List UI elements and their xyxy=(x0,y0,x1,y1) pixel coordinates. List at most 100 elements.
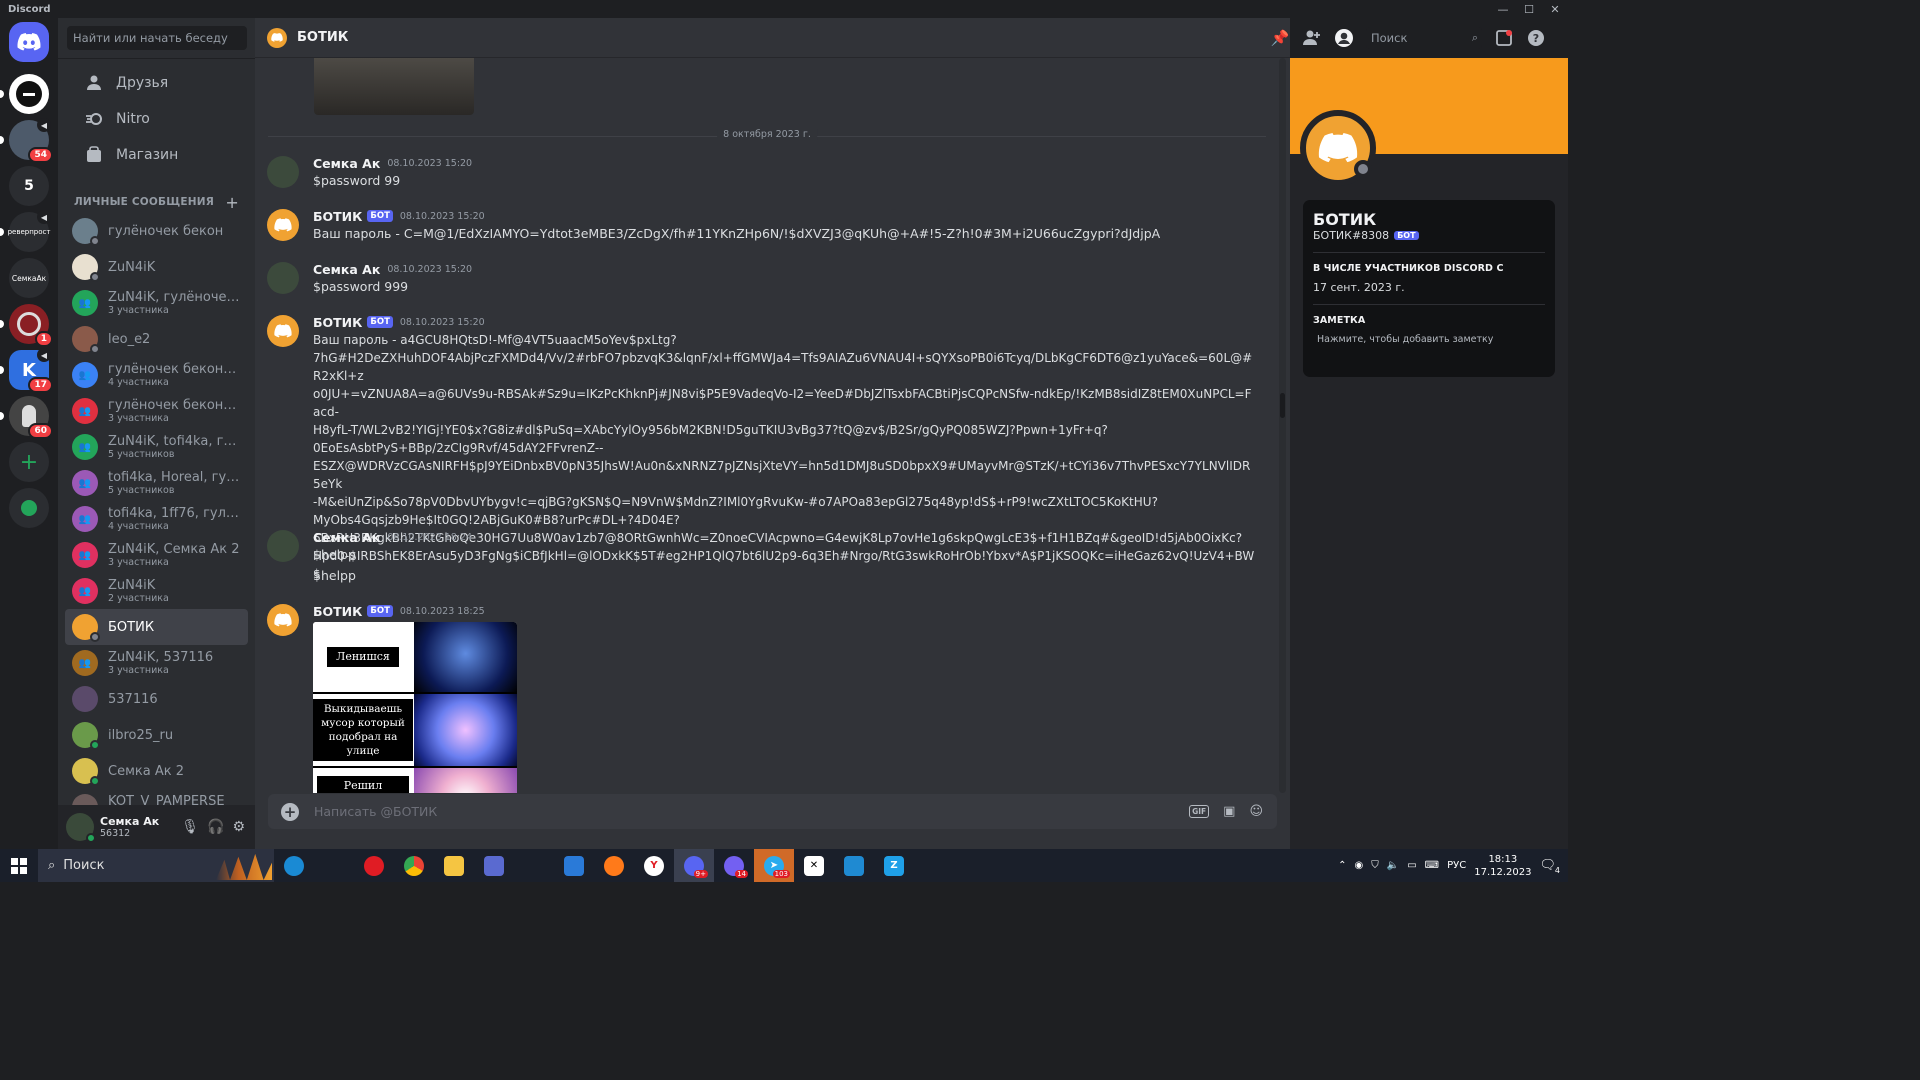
dm-list-item[interactable]: 537116 xyxy=(65,681,248,717)
dm-list-item[interactable]: 👥 гулёночек бекон, leo...4 участника xyxy=(65,357,248,393)
close-button[interactable]: ✕ xyxy=(1542,0,1568,18)
server-icon[interactable]: ◀ K 17 xyxy=(0,348,53,393)
message-author[interactable]: БОТИК xyxy=(313,315,362,330)
dm-list-item[interactable]: ilbro25_ru xyxy=(65,717,248,753)
message-author[interactable]: БОТИК xyxy=(313,604,362,619)
network-icon[interactable]: ◉ xyxy=(1355,860,1364,871)
taskbar-app-opera[interactable] xyxy=(354,849,394,882)
server-icon[interactable]: 5 xyxy=(9,166,49,206)
minimize-button[interactable]: — xyxy=(1490,0,1516,18)
dm-list-item[interactable]: leo_e2 xyxy=(65,321,248,357)
pin-icon[interactable]: 📌 xyxy=(1270,28,1290,48)
dm-list-item[interactable]: 👥 ZuN4iK, гулёночек б...3 участника xyxy=(65,285,248,321)
dm-list-item[interactable]: 👥 tofi4ka, 1ff76, гулёно...4 участника xyxy=(65,501,248,537)
message-author[interactable]: Семка Ак xyxy=(313,156,380,171)
avatar[interactable] xyxy=(267,530,299,562)
taskbar-app-capcut[interactable]: ✕ xyxy=(794,849,834,882)
taskbar-app-store[interactable] xyxy=(554,849,594,882)
profile-avatar[interactable] xyxy=(1300,110,1376,186)
server-icon[interactable]: 60 xyxy=(0,396,53,439)
discover-button[interactable] xyxy=(9,488,49,528)
dm-list-item[interactable]: 👥 ZuN4iK, Семка Ак 23 участника xyxy=(65,537,248,573)
note-input[interactable]: Нажмите, чтобы добавить заметку xyxy=(1313,334,1545,345)
avatar[interactable] xyxy=(267,262,299,294)
dm-list-item[interactable]: 👥 ZuN4iK, tofi4ka, гулё...5 участников xyxy=(65,429,248,465)
message-author[interactable]: Семка Ак xyxy=(313,530,380,545)
scrollbar-thumb[interactable] xyxy=(1280,393,1285,418)
image-attachment[interactable] xyxy=(314,58,474,115)
message-list[interactable]: 8 октября 2023 г. Семка Ак 08.10.2023 15:… xyxy=(255,58,1290,793)
taskbar-app-settings[interactable] xyxy=(474,849,514,882)
server-icon[interactable]: ◀ 54 xyxy=(0,118,53,163)
dm-search-input[interactable]: Найти или начать беседу xyxy=(67,26,247,50)
taskbar-app-edge[interactable] xyxy=(274,849,314,882)
message-composer[interactable]: + Написать @БОТИК GIF ▣ ☺ xyxy=(268,794,1277,829)
headphones-icon[interactable]: 🎧 xyxy=(207,819,224,835)
home-button[interactable] xyxy=(9,22,49,62)
volume-icon[interactable]: 🔈 xyxy=(1387,860,1399,871)
clock[interactable]: 18:13 17.12.2023 xyxy=(1474,853,1531,879)
taskbar-app-telegram[interactable]: ➤ 103 xyxy=(754,849,794,882)
language-indicator[interactable]: РУС xyxy=(1447,860,1466,871)
message-author[interactable]: БОТИК xyxy=(313,209,362,224)
shield-icon[interactable]: ⛉ xyxy=(1371,860,1379,871)
gear-icon[interactable]: ⚙ xyxy=(232,819,245,835)
dm-list-item[interactable]: БОТИК xyxy=(65,609,248,645)
avatar[interactable] xyxy=(267,604,299,636)
taskbar-app-vscode[interactable] xyxy=(834,849,874,882)
microphone-icon[interactable]: 🎙 xyxy=(181,819,199,835)
taskbar-app-explorer[interactable] xyxy=(434,849,474,882)
server-icon[interactable]: СемкаАк xyxy=(9,258,49,298)
taskbar-app-unknown[interactable] xyxy=(514,849,554,882)
meme-image-attachment[interactable]: Ленишся Выкидываешь мусор который подобр… xyxy=(313,622,517,793)
keyboard-icon[interactable]: ⌨ xyxy=(1425,860,1439,871)
add-server-button[interactable]: + xyxy=(9,442,49,482)
taskbar-app-chrome[interactable] xyxy=(394,849,434,882)
server-icon[interactable]: ◀ реверпрост xyxy=(0,210,51,252)
emoji-icon[interactable]: ☺ xyxy=(1249,804,1263,819)
avatar[interactable] xyxy=(66,813,96,843)
start-button[interactable] xyxy=(0,849,38,882)
sticker-icon[interactable]: ▣ xyxy=(1223,804,1235,819)
taskbar-app-unknown[interactable] xyxy=(314,849,354,882)
notification-icon[interactable]: 🗨 4 xyxy=(1539,858,1560,875)
create-dm-button[interactable]: + xyxy=(225,193,239,212)
message-input[interactable]: Написать @БОТИК xyxy=(314,804,437,819)
add-friend-icon[interactable] xyxy=(1302,28,1322,48)
inbox-icon[interactable] xyxy=(1494,28,1514,48)
chevron-up-icon[interactable]: ⌃ xyxy=(1338,860,1346,871)
message-author[interactable]: Семка Ак xyxy=(313,262,380,277)
chat-scrollbar[interactable] xyxy=(1279,58,1286,793)
dm-list-item[interactable]: 👥 гулёночек бекон, Zu...3 участника xyxy=(65,393,248,429)
message-content: $helpp xyxy=(313,547,356,562)
user-profile-icon[interactable] xyxy=(1334,28,1354,48)
maximize-button[interactable]: ☐ xyxy=(1516,0,1542,18)
chat-header: БОТИК xyxy=(255,18,1290,58)
avatar[interactable] xyxy=(267,315,299,347)
server-icon[interactable]: 1 xyxy=(0,304,53,347)
dm-list-item[interactable]: 👥 ZuN4iK 2 участника xyxy=(65,573,248,609)
taskbar-app-yandex[interactable]: Y xyxy=(634,849,674,882)
taskbar-app-zona[interactable]: Z xyxy=(874,849,914,882)
display-icon[interactable]: ▭ xyxy=(1407,860,1416,871)
avatar[interactable] xyxy=(267,209,299,241)
dm-list-item[interactable]: ZuN4iK xyxy=(65,249,248,285)
taskbar-app-viber[interactable]: 14 xyxy=(714,849,754,882)
divider xyxy=(1313,252,1545,253)
taskbar-search[interactable]: ⌕ Поиск xyxy=(38,849,274,882)
dm-list-item[interactable]: Семка Ак 2 xyxy=(65,753,248,789)
dm-list-item[interactable]: 👥 ZuN4iK, 537116 3 участника xyxy=(65,645,248,681)
dm-list-item[interactable]: гулёночек бекон xyxy=(65,213,248,249)
search-input[interactable]: Поиск ⌕ xyxy=(1366,27,1482,49)
nav-friends[interactable]: Друзья xyxy=(66,65,247,101)
taskbar-app-firefox[interactable] xyxy=(594,849,634,882)
avatar[interactable] xyxy=(267,156,299,188)
add-attachment-button[interactable]: + xyxy=(281,802,299,821)
nav-nitro[interactable]: Nitro xyxy=(66,101,247,137)
gif-icon[interactable]: GIF xyxy=(1189,805,1210,818)
help-icon[interactable]: ? xyxy=(1526,28,1546,48)
nav-shop[interactable]: Магазин xyxy=(66,137,247,173)
dm-list-item[interactable]: 👥 tofi4ka, Horeal, гулён...5 участников xyxy=(65,465,248,501)
taskbar-app-discord[interactable]: 9+ xyxy=(674,849,714,882)
server-icon[interactable] xyxy=(0,74,49,114)
